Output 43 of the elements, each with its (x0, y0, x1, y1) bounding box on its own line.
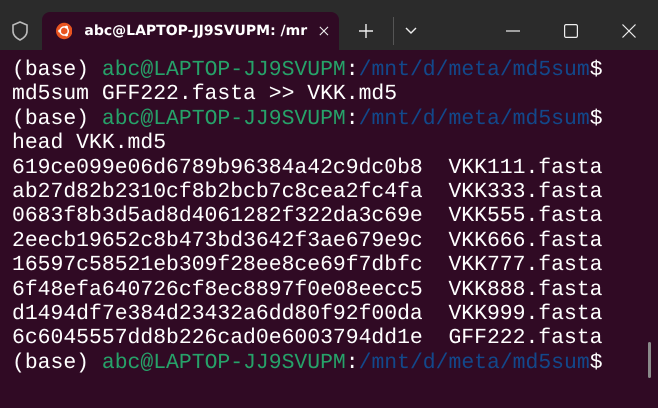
close-icon[interactable] (319, 25, 329, 37)
checksum-file: VKK333.fasta (448, 180, 602, 204)
command-text: md5sum GFF222.fasta >> VKK.md5 (12, 82, 398, 106)
ubuntu-logo-icon (56, 21, 72, 41)
maximize-icon (564, 24, 578, 38)
checksum-hash: 2eecb19652c8b473bd3642f3ae679e9c (12, 228, 423, 253)
prompt-user-host: abc@LAPTOP-JJ9SVUPM (102, 106, 346, 131)
checksum-file: VKK777.fasta (448, 253, 602, 278)
checksum-file: VKK666.fasta (448, 228, 602, 253)
checksum-hash: 0683f8b3d5ad8d4061282f322da3c69e (12, 204, 423, 228)
checksum-file: VKK999.fasta (448, 302, 602, 326)
close-icon (622, 24, 636, 38)
prompt-path: /mnt/d/meta/md5sum (358, 350, 590, 375)
checksum-hash: ab27d82b2310cf8b2bcb7c8cea2fc4fa (12, 180, 423, 204)
checksum-file: GFF222.fasta (448, 326, 602, 350)
prompt-separator: : (346, 106, 359, 131)
plus-icon (359, 24, 373, 38)
checksum-hash: 6f48efa640726cf8ec8897f0e08eecc5 (12, 278, 423, 302)
prompt-env: (base) (12, 106, 90, 131)
minimize-icon (506, 30, 520, 32)
prompt-path: /mnt/d/meta/md5sum (358, 58, 590, 82)
checksum-hash: 619ce099e06d6789b96384a42c9dc0b8 (12, 156, 423, 180)
scrollbar-thumb[interactable] (648, 342, 651, 378)
prompt-separator: : (346, 58, 359, 82)
checksum-file: VKK555.fasta (448, 204, 602, 228)
tab-title: abc@LAPTOP-JJ9SVUPM: /mr (84, 23, 308, 39)
terminal-tab[interactable]: abc@LAPTOP-JJ9SVUPM: /mr (42, 12, 339, 50)
prompt-symbol: $ (590, 350, 603, 375)
prompt-symbol: $ (590, 106, 603, 131)
prompt-symbol: $ (590, 58, 603, 82)
command-text: head VKK.md5 (12, 131, 166, 156)
prompt-path: /mnt/d/meta/md5sum (358, 106, 590, 131)
checksum-file: VKK111.fasta (448, 156, 602, 180)
prompt-env: (base) (12, 350, 90, 375)
prompt-user-host: abc@LAPTOP-JJ9SVUPM (102, 350, 346, 375)
checksum-file: VKK888.fasta (448, 278, 602, 302)
prompt-user-host: abc@LAPTOP-JJ9SVUPM (102, 58, 346, 82)
prompt-separator: : (346, 350, 359, 375)
prompt-env: (base) (12, 58, 90, 82)
checksum-hash: 16597c58521eb309f28ee8ce69f7dbfc (12, 253, 423, 278)
checksum-hash: 6c6045557dd8b226cad0e6003794dd1e (12, 326, 423, 350)
chevron-down-icon (405, 27, 417, 35)
checksum-hash: d1494df7e384d23432a6dd80f92f00da (12, 302, 423, 326)
